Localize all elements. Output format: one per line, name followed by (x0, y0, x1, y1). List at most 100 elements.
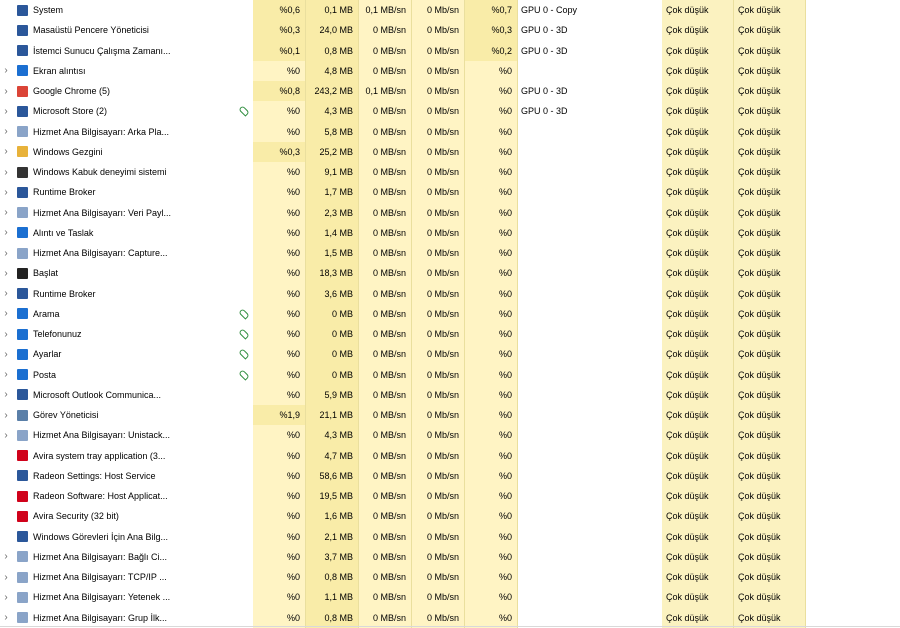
disk-value: 0 MB/sn (359, 445, 412, 466)
gpu-value: %0 (465, 607, 518, 628)
table-row[interactable]: › Hizmet Ana Bilgisayarı: Yetenek ... %0 1,… (0, 587, 900, 608)
table-row[interactable]: › Hizmet Ana Bilgisayarı: Unistack... %0 4,… (0, 425, 900, 446)
expand-chevron-icon[interactable]: › (0, 203, 12, 223)
table-row[interactable]: › Hizmet Ana Bilgisayarı: TCP/IP ... %0 0,8… (0, 567, 900, 588)
gpu-engine-value (518, 304, 662, 324)
table-row[interactable]: › Alıntı ve Taslak %0 1,4 MB 0 MB/sn 0 Mb/sn%… (0, 222, 900, 243)
status-cell (235, 405, 253, 425)
table-row[interactable]: › Google Chrome (5) %0,8 243,2 MB 0,1 MB/sn 0… (0, 81, 900, 102)
disk-value: 0 MB/sn (359, 425, 412, 446)
table-row[interactable]: › Posta %0 0 MB 0 MB/sn 0 Mb/sn %0 Çok düşük Çok… (0, 364, 900, 385)
expand-chevron-icon[interactable]: › (0, 122, 12, 142)
start-icon (16, 263, 28, 283)
expand-chevron-icon[interactable]: › (0, 344, 12, 364)
table-row[interactable]: › Runtime Broker %0 3,6 MB 0 MB/sn 0 Mb/sn %0 Ç… (0, 283, 900, 304)
table-row[interactable]: System %0,6 0,1 MB 0,1 MB/sn 0 Mb/sn %0,7 GPU … (0, 0, 900, 21)
memory-value: 4,7 MB (306, 445, 359, 466)
expand-chevron-icon[interactable]: › (0, 567, 12, 587)
table-row[interactable]: › Başlat %0 18,3 MB 0 MB/sn 0 Mb/sn %0 Çok düşü… (0, 263, 900, 284)
expand-chevron-icon[interactable]: › (0, 385, 12, 405)
gpu-value: %0 (465, 121, 518, 142)
table-row[interactable]: › Görev Yöneticisi %1,9 21,1 MB 0 MB/sn 0 Mb/… (0, 405, 900, 426)
status-cell (235, 567, 253, 587)
table-row[interactable]: › Windows Gezgini %0,3 25,2 MB 0 MB/sn 0 Mb/s… (0, 141, 900, 162)
status-cell (235, 182, 253, 202)
expand-chevron-icon[interactable]: › (0, 547, 12, 567)
chrome-icon (16, 81, 28, 101)
avira-tray-icon (16, 446, 28, 466)
network-value: 0 Mb/sn (412, 0, 465, 21)
expand-chevron-icon[interactable]: › (0, 162, 12, 182)
table-row[interactable]: › Microsoft Outlook Communica... %0 5,9 MB 0… (0, 384, 900, 405)
expand-chevron-icon[interactable]: › (0, 405, 12, 425)
expand-chevron-icon[interactable]: › (0, 243, 12, 263)
expand-chevron-icon[interactable]: › (0, 304, 12, 324)
table-row[interactable]: Masaüstü Pencere Yöneticisi %0,3 24,0 MB 0 … (0, 20, 900, 41)
table-row[interactable]: Avira system tray application (3... %0 4,7… (0, 445, 900, 466)
expand-chevron-icon[interactable]: › (0, 182, 12, 202)
expand-chevron-icon[interactable]: › (0, 263, 12, 283)
gpu-value: %0,3 (465, 20, 518, 41)
table-row[interactable]: › Hizmet Ana Bilgisayarı: Grup İlk... %0 0,… (0, 607, 900, 628)
memory-value: 4,8 MB (306, 60, 359, 81)
expand-chevron-icon[interactable]: › (0, 284, 12, 304)
process-name: Hizmet Ana Bilgisayarı: Arka Pla... (33, 126, 170, 137)
expand-chevron-icon[interactable]: › (0, 324, 12, 344)
network-value: 0 Mb/sn (412, 263, 465, 284)
gpu-engine-value (518, 324, 662, 344)
process-name: Ayarlar (33, 349, 62, 360)
table-row[interactable]: Radeon Software: Host Applicat... %0 19,5 … (0, 486, 900, 507)
table-row[interactable]: Radeon Settings: Host Service %0 58,6 MB 0 … (0, 465, 900, 486)
expand-chevron-icon[interactable]: › (0, 365, 12, 385)
power-usage-value: Çok düşük (662, 101, 734, 122)
process-name: Microsoft Store (2) (33, 106, 108, 117)
power-usage-value: Çok düşük (662, 465, 734, 486)
expand-chevron-icon[interactable]: › (0, 81, 12, 101)
network-value: 0 Mb/sn (412, 567, 465, 588)
power-usage-value: Çok düşük (662, 162, 734, 183)
gpu-engine-value: GPU 0 - 3D (521, 86, 568, 97)
table-row[interactable]: Avira Security (32 bit) %0 1,6 MB 0 MB/sn 0 … (0, 506, 900, 527)
table-row[interactable]: › Arama %0 0 MB 0 MB/sn 0 Mb/sn %0 Çok düşük Çok… (0, 303, 900, 324)
table-row[interactable]: › Hizmet Ana Bilgisayarı: Veri Payl... %0 2… (0, 202, 900, 223)
table-row[interactable]: › Ekran alıntısı %0 4,8 MB 0 MB/sn 0 Mb/sn %0 Ç… (0, 60, 900, 81)
expand-chevron-icon[interactable]: › (0, 587, 12, 607)
table-row[interactable]: › Microsoft Store (2) %0 4,3 MB 0 MB/sn 0 Mb/… (0, 101, 900, 122)
disk-value: 0 MB/sn (359, 283, 412, 304)
cpu-value: %0 (253, 587, 306, 608)
table-row[interactable]: İstemci Sunucu Çalışma Zamanı... %0,1 0,8 … (0, 40, 900, 61)
power-usage-value: Çok düşük (662, 40, 734, 61)
expand-chevron-icon[interactable]: › (0, 101, 12, 121)
table-row[interactable]: › Hizmet Ana Bilgisayarı: Arka Pla... %0 5,… (0, 121, 900, 142)
expand-chevron-icon[interactable]: › (0, 142, 12, 162)
network-value: 0 Mb/sn (412, 20, 465, 41)
expand-chevron-icon[interactable]: › (0, 61, 12, 81)
status-cell (235, 81, 253, 101)
table-row[interactable]: › Windows Kabuk deneyimi sistemi %0 9,1 MB 0… (0, 162, 900, 183)
power-trend-value: Çok düşük (734, 567, 806, 588)
cpu-value: %0 (253, 546, 306, 567)
process-name: Hizmet Ana Bilgisayarı: Yetenek ... (33, 592, 171, 603)
table-row[interactable]: › Runtime Broker %0 1,7 MB 0 MB/sn 0 Mb/sn %0 Ç… (0, 182, 900, 203)
table-row[interactable]: Windows Görevleri İçin Ana Bilg... %0 2,1 … (0, 526, 900, 547)
expand-chevron-icon[interactable]: › (0, 425, 12, 445)
gpu-value: %0 (465, 364, 518, 385)
network-value: 0 Mb/sn (412, 425, 465, 446)
memory-value: 0,1 MB (306, 0, 359, 21)
table-row[interactable]: › Hizmet Ana Bilgisayarı: Capture... %0 1,5… (0, 243, 900, 264)
power-usage-value: Çok düşük (662, 546, 734, 567)
status-cell (235, 162, 253, 182)
expand-chevron-icon[interactable]: › (0, 223, 12, 243)
expand-chevron-icon[interactable]: › (0, 608, 12, 628)
status-cell (235, 608, 253, 628)
table-row[interactable]: › Telefonunuz %0 0 MB 0 MB/sn 0 Mb/sn %0 Çok dü… (0, 324, 900, 345)
gpu-engine-value (518, 527, 662, 547)
power-usage-value: Çok düşük (662, 567, 734, 588)
process-name: Görev Yöneticisi (33, 410, 99, 421)
row-spacer (0, 466, 12, 486)
network-value: 0 Mb/sn (412, 445, 465, 466)
table-row[interactable]: › Hizmet Ana Bilgisayarı: Bağlı Ci... %0 3,… (0, 546, 900, 567)
suspended-leaf-icon (235, 365, 253, 385)
cpu-value: %0 (253, 567, 306, 588)
table-row[interactable]: › Ayarlar %0 0 MB 0 MB/sn 0 Mb/sn %0 Çok düşük Ç… (0, 344, 900, 365)
